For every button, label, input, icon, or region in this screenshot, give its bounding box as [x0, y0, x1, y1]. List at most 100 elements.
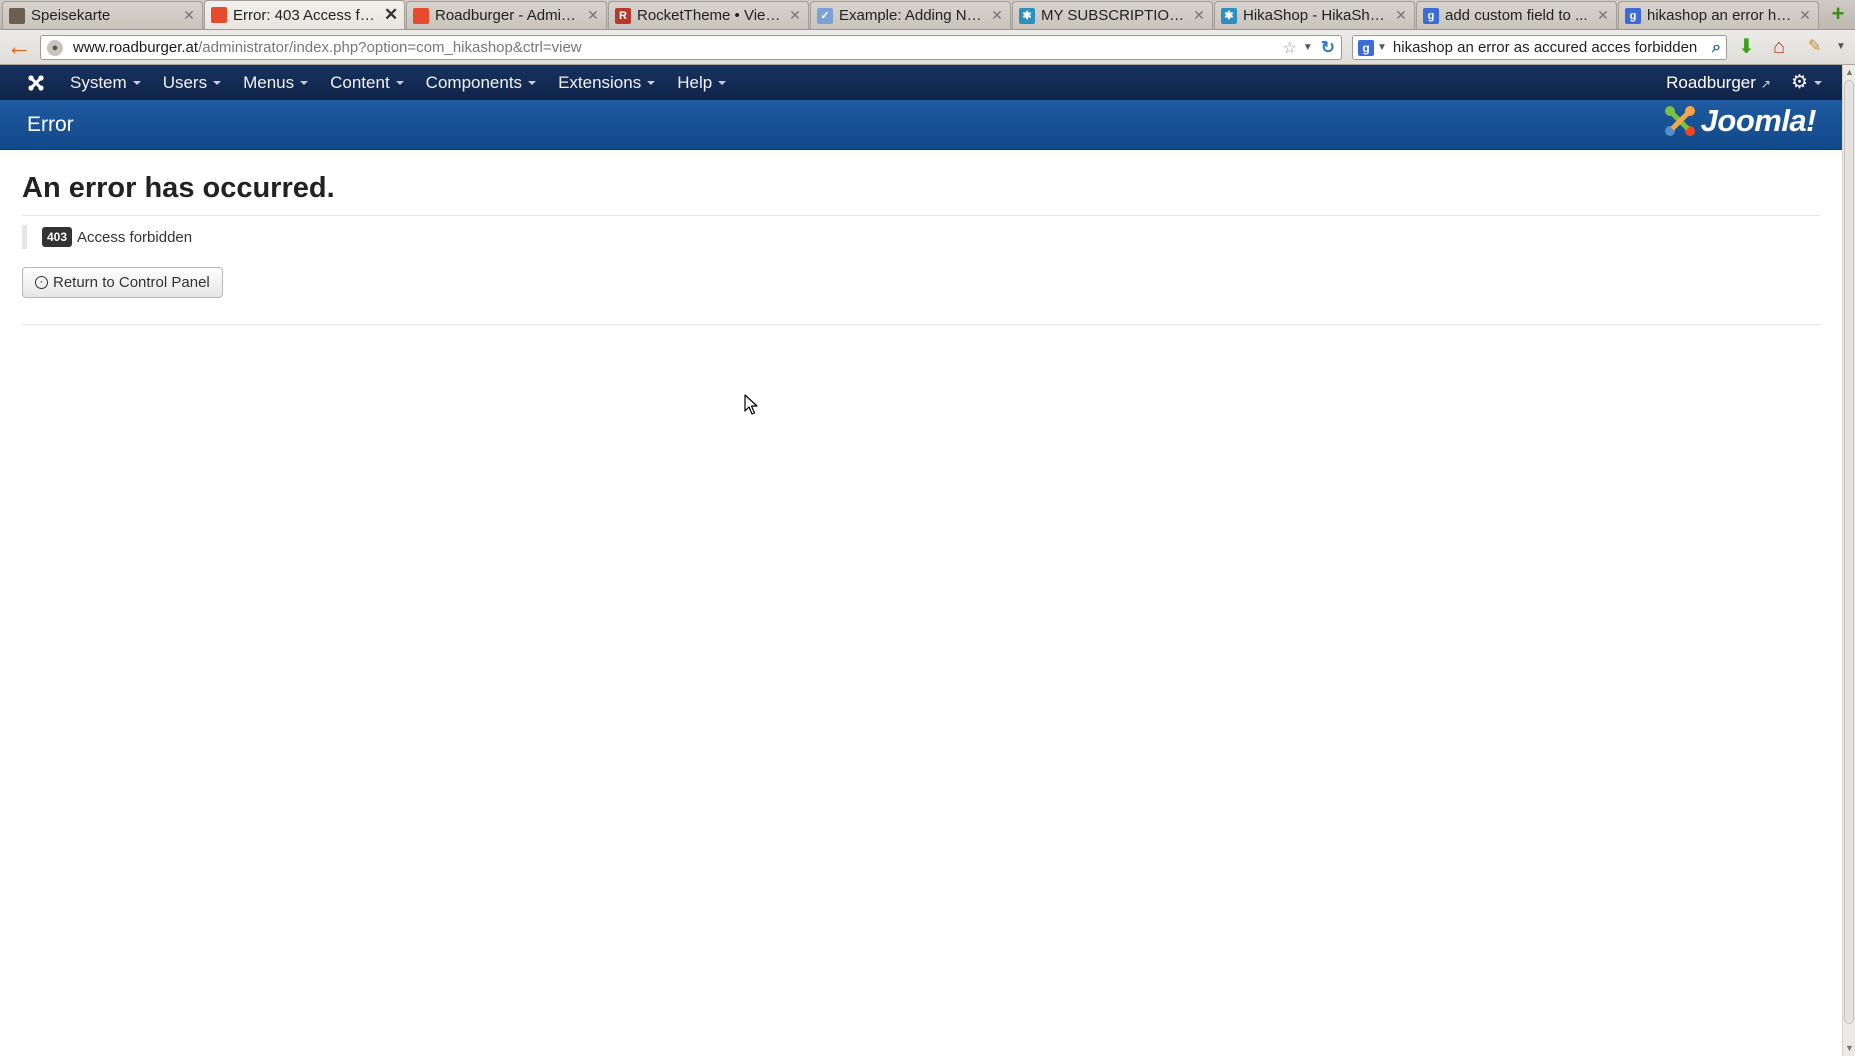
url-bar[interactable]: ● www.roadburger.at/administrator/index.… [40, 35, 1342, 60]
divider [22, 324, 1820, 325]
tab-title: Speisekarte [31, 7, 111, 24]
chevron-down-icon [300, 80, 309, 85]
admin-menu-content[interactable]: Content [319, 65, 415, 100]
tab-favicon-icon: g [1423, 7, 1439, 24]
admin-menu-label: Content [330, 72, 390, 92]
admin-menu-components[interactable]: Components [415, 65, 547, 100]
star-icon[interactable]: ☆ [1283, 38, 1297, 58]
tab-favicon-icon: ✱ [1019, 7, 1035, 24]
admin-menu-label: Components [425, 72, 523, 92]
browser-tab[interactable]: Roadburger - Admini... ✕ [406, 1, 607, 29]
browser-tab-strip: Speisekarte ✕ Error: 403 Access fo... ✕ Road… [0, 0, 1855, 30]
search-engine-icon[interactable]: g [1358, 39, 1374, 56]
tab-title: Example: Adding No... [839, 7, 986, 24]
tab-title: Roadburger - Admini... [435, 7, 582, 24]
download-arrow-icon[interactable]: ⬇ [1738, 36, 1755, 58]
browser-tab[interactable]: ✱ MY SUBSCRIPTIONS ✕ [1012, 1, 1213, 29]
external-link-icon: ↗ [1760, 76, 1771, 91]
chevron-down-icon[interactable]: ▼ [1303, 42, 1313, 53]
magnifier-icon[interactable]: ⌕ [1712, 39, 1721, 57]
browser-tab[interactable]: Error: 403 Access fo... ✕ [204, 0, 405, 29]
new-tab-icon[interactable]: + [1826, 3, 1850, 27]
admin-menu-label: Users [162, 72, 208, 92]
browser-tab[interactable]: R RocketTheme • View... ✕ [608, 1, 809, 29]
chevron-down-icon [718, 80, 727, 85]
close-icon[interactable]: ✕ [384, 5, 398, 25]
close-icon[interactable]: ✕ [182, 7, 196, 24]
browser-tab[interactable]: g hikashop an error ha... ✕ [1618, 1, 1819, 29]
divider [22, 215, 1820, 216]
joomla-icon[interactable] [13, 65, 59, 100]
joomla-wordmark: Joomla! [1700, 103, 1817, 138]
chevron-down-icon[interactable]: ▼ [1377, 42, 1387, 53]
close-icon[interactable]: ✕ [990, 7, 1004, 24]
error-heading: An error has occurred. [22, 172, 335, 204]
browser-tab[interactable]: ✱ HikaShop - HikaShop... ✕ [1214, 1, 1415, 29]
addon-icon[interactable]: ✎ [1808, 36, 1821, 58]
browser-tab[interactable]: Speisekarte ✕ [2, 1, 203, 29]
dashboard-icon: ∙ [35, 276, 48, 289]
chevron-down-icon[interactable] [1814, 80, 1822, 85]
page-title: Error [27, 112, 74, 136]
url-host: www.roadburger.at [73, 39, 199, 56]
joomla-logo: Joomla! [1663, 103, 1817, 139]
tab-title: RocketTheme • View... [637, 7, 784, 24]
tab-favicon-icon [211, 7, 227, 23]
close-icon[interactable]: ✕ [788, 7, 802, 24]
tab-title: Error: 403 Access fo... [233, 6, 380, 24]
admin-menu-label: Extensions [558, 72, 642, 92]
url-text[interactable]: www.roadburger.at/administrator/index.ph… [73, 39, 1283, 56]
joomla-logo-icon [1664, 106, 1695, 136]
site-link[interactable]: Roadburger ↗ [1666, 73, 1771, 93]
reload-icon[interactable]: ↻ [1321, 38, 1335, 58]
tab-title: MY SUBSCRIPTIONS [1041, 7, 1188, 24]
home-icon[interactable]: ⌂ [1773, 36, 1785, 58]
tab-title: HikaShop - HikaShop... [1243, 7, 1390, 24]
return-to-control-panel-button[interactable]: ∙ Return to Control Panel [22, 267, 223, 298]
vertical-scrollbar[interactable]: ▲ ▼ [1842, 65, 1855, 1056]
site-link-label: Roadburger [1666, 72, 1756, 92]
chevron-down-icon[interactable]: ▼ [1836, 36, 1846, 58]
search-bar[interactable]: g ▼ ⌕ [1352, 35, 1727, 60]
back-arrow-icon[interactable]: ← [4, 32, 34, 62]
admin-menu-help[interactable]: Help [666, 65, 737, 100]
chevron-down-icon [213, 80, 222, 85]
admin-menu-system[interactable]: System [59, 65, 152, 100]
browser-tab[interactable]: ✓ Example: Adding No... ✕ [810, 1, 1011, 29]
close-icon[interactable]: ✕ [1192, 7, 1206, 24]
browser-tab[interactable]: g add custom field to ... ✕ [1416, 1, 1617, 29]
close-icon[interactable]: ✕ [586, 7, 600, 24]
tab-favicon-icon: R [615, 7, 631, 24]
scroll-down-icon[interactable]: ▼ [1844, 1042, 1855, 1055]
admin-menu-label: Help [677, 72, 713, 92]
tab-favicon-icon: ✓ [817, 7, 833, 24]
admin-menu-label: System [70, 72, 127, 92]
main-content: An error has occurred. 403 Access forbid… [22, 150, 1820, 325]
close-icon[interactable]: ✕ [1596, 7, 1610, 24]
admin-menu-label: Menus [243, 72, 295, 92]
scrollbar-thumb[interactable] [1844, 80, 1854, 1024]
chevron-down-icon [647, 80, 656, 85]
error-code-badge: 403 [42, 227, 73, 247]
chevron-down-icon [132, 80, 141, 85]
error-message: 403 Access forbidden [22, 225, 1820, 249]
admin-menu-users[interactable]: Users [152, 65, 232, 100]
admin-menu-extensions[interactable]: Extensions [547, 65, 666, 100]
return-button-label: Return to Control Panel [53, 274, 210, 291]
chevron-down-icon [395, 80, 404, 85]
url-path: /administrator/index.php?option=com_hika… [198, 39, 582, 56]
close-icon[interactable]: ✕ [1798, 7, 1812, 24]
search-input[interactable] [1392, 39, 1713, 56]
tab-favicon-icon [413, 7, 429, 24]
tab-title: add custom field to ... [1445, 7, 1588, 24]
admin-menu-menus[interactable]: Menus [232, 65, 319, 100]
gear-icon[interactable]: ⚙ [1791, 71, 1808, 94]
scroll-up-icon[interactable]: ▲ [1844, 66, 1855, 79]
close-icon[interactable]: ✕ [1394, 7, 1408, 24]
browser-toolbar: ← ● www.roadburger.at/administrator/inde… [0, 30, 1855, 65]
chevron-down-icon [528, 80, 537, 85]
site-identity-icon[interactable]: ● [47, 39, 63, 56]
error-message-text: Access forbidden [77, 228, 193, 246]
tab-favicon-icon [9, 7, 25, 24]
admin-menu-bar: System Users Menus Content Components Extensi… [0, 65, 1842, 100]
